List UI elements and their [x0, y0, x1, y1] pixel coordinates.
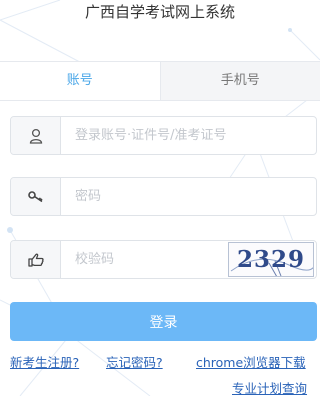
password-field [10, 177, 317, 216]
captcha-image[interactable]: 2329 [228, 242, 314, 277]
captcha-input[interactable] [61, 241, 228, 278]
hand-pointer-icon [11, 241, 61, 278]
forgot-password-link[interactable]: 忘记密码? [106, 352, 163, 371]
plan-query-link[interactable]: 专业计划查询 [232, 378, 307, 396]
chrome-download-link[interactable]: chrome浏览器下载 [196, 352, 306, 371]
captcha-field: 2329 [10, 240, 317, 279]
key-icon [11, 178, 61, 215]
register-link[interactable]: 新考生注册? [10, 352, 79, 371]
captcha-text: 2329 [236, 246, 305, 273]
password-input[interactable] [61, 178, 316, 215]
login-button[interactable]: 登录 [10, 302, 317, 341]
account-input[interactable] [61, 117, 316, 154]
login-tabs: 账号 手机号 [0, 61, 320, 101]
tab-phone[interactable]: 手机号 [160, 62, 320, 100]
user-icon [11, 117, 61, 154]
account-field [10, 116, 317, 155]
tab-account[interactable]: 账号 [0, 62, 161, 100]
page-title: 广西自学考试网上系统 [84, 3, 235, 21]
